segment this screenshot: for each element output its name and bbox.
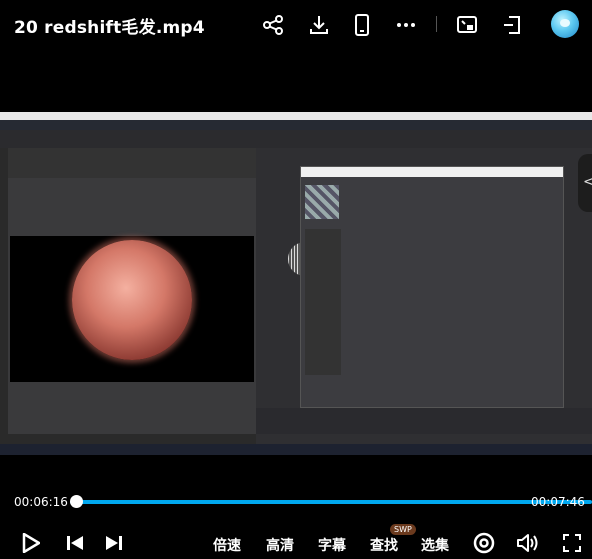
- screen-cast-icon[interactable]: [455, 13, 479, 37]
- skip-next-icon: [106, 536, 122, 550]
- dialog-title-bar: [301, 167, 563, 177]
- render-view-toolbar: [8, 148, 256, 178]
- search-badge: SWP: [390, 524, 416, 535]
- more-icon[interactable]: [394, 13, 418, 37]
- volume-icon: [517, 534, 538, 552]
- app-title-bar: [0, 112, 592, 120]
- progress-knob[interactable]: [70, 495, 83, 508]
- skip-previous-icon: [67, 536, 83, 550]
- target-icon: [473, 532, 495, 554]
- app-toolbar: [0, 130, 592, 148]
- tool-strip: [0, 148, 8, 444]
- render-view: [8, 148, 256, 444]
- fur-sphere-render: [72, 240, 192, 360]
- danmaku-button[interactable]: [472, 531, 496, 555]
- side-panel-handle[interactable]: <: [578, 154, 592, 212]
- fullscreen-icon: [563, 534, 581, 552]
- chevron-left-icon: <: [583, 174, 592, 190]
- speed-button[interactable]: 倍速: [213, 535, 241, 555]
- video-title: 20 redshift毛发.mp4: [14, 18, 205, 38]
- pip-icon[interactable]: [500, 13, 524, 37]
- volume-button[interactable]: [515, 531, 541, 555]
- fullscreen-button[interactable]: [560, 531, 584, 555]
- material-channel-list: [305, 229, 341, 375]
- episodes-button[interactable]: 选集: [421, 535, 449, 555]
- previous-button[interactable]: [64, 531, 86, 555]
- avatar[interactable]: [551, 10, 579, 38]
- download-icon[interactable]: [307, 13, 331, 37]
- top-bar: 20 redshift毛发.mp4: [0, 0, 592, 52]
- os-taskbar: [0, 444, 592, 455]
- subtitle-button[interactable]: 字幕: [318, 535, 346, 555]
- phone-icon[interactable]: [350, 13, 374, 37]
- quality-button[interactable]: 高清: [266, 535, 294, 555]
- render-output: [10, 236, 254, 382]
- material-swatch: [305, 185, 339, 219]
- share-icon[interactable]: [261, 13, 285, 37]
- play-icon: [22, 533, 40, 553]
- play-button[interactable]: [20, 531, 42, 555]
- app-menu-bar: [0, 120, 592, 130]
- total-time: 00:07:46: [531, 495, 585, 509]
- divider: [436, 16, 437, 32]
- timeline: [256, 408, 592, 434]
- search-button[interactable]: 查找: [370, 535, 398, 555]
- render-status-bar: [8, 434, 256, 444]
- current-time: 00:06:16: [14, 495, 68, 509]
- material-editor-dialog: [300, 166, 564, 408]
- video-frame[interactable]: [0, 112, 592, 455]
- next-button[interactable]: [103, 531, 125, 555]
- progress-bar[interactable]: [70, 500, 592, 504]
